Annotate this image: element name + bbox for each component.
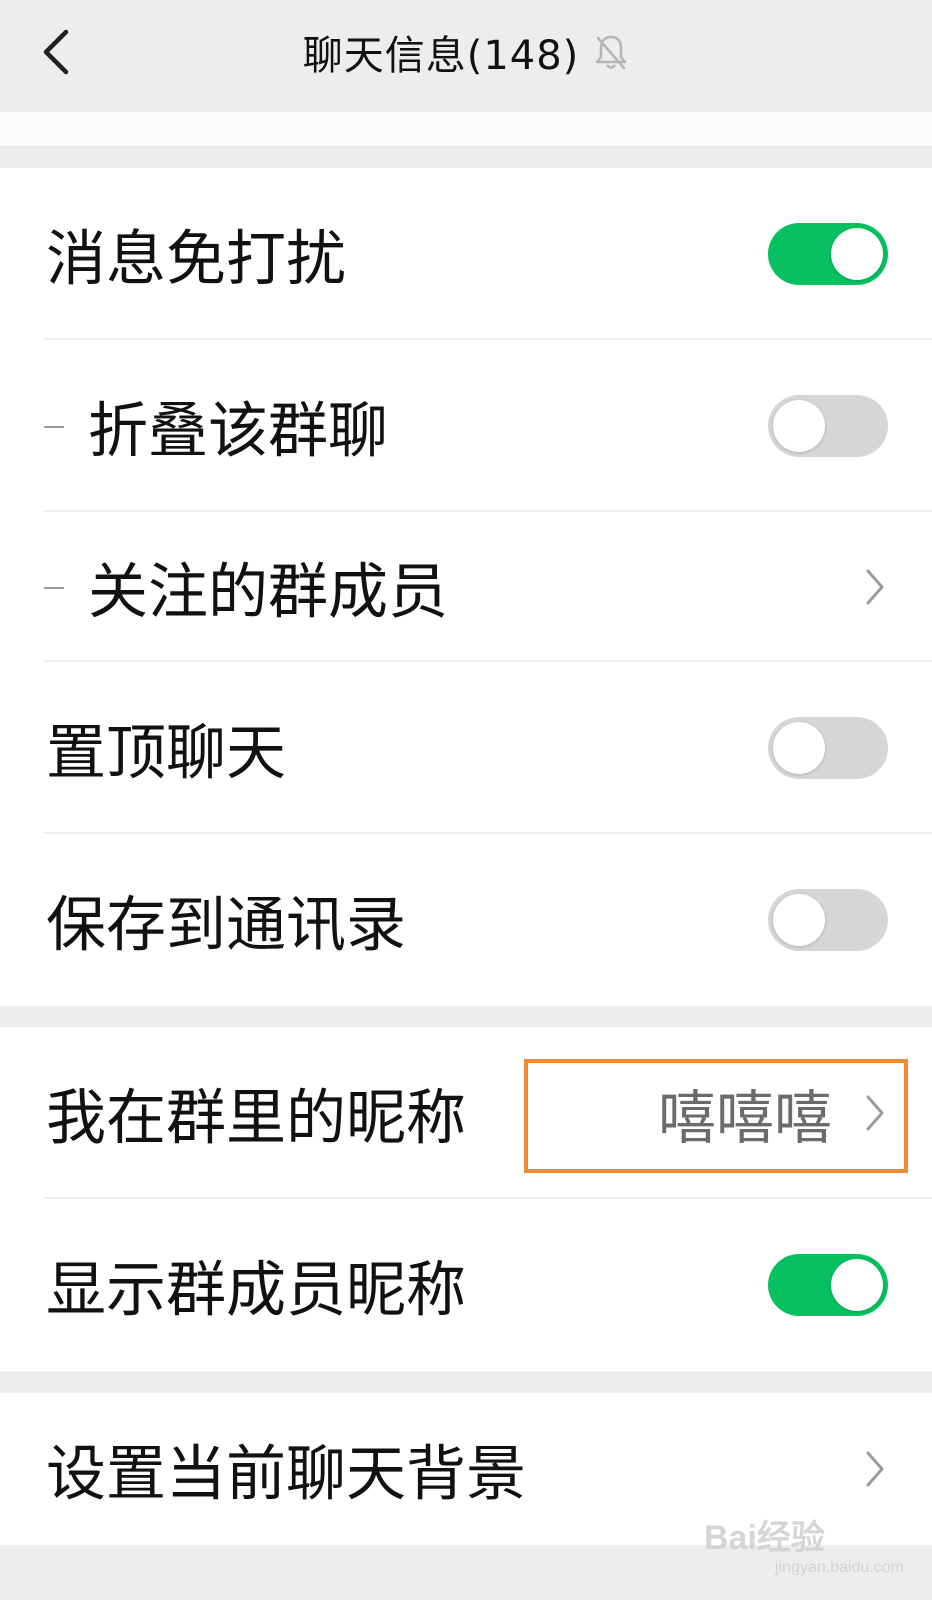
do-not-disturb-label: 消息免打扰 — [46, 224, 346, 295]
highlight-box — [524, 1059, 908, 1173]
toggle-knob — [831, 228, 883, 280]
indent-dash — [44, 426, 64, 428]
save-to-contacts-toggle[interactable] — [768, 889, 888, 951]
page-title: 聊天信息(148) — [302, 33, 580, 79]
settings-group-notifications: 消息免打扰 折叠该群聊 关注的群成员 置顶聊天 保存到通讯录 — [0, 168, 932, 1006]
watermark-brand: Bai经验 — [704, 1519, 825, 1557]
toggle-knob — [773, 400, 825, 452]
row-save-to-contacts[interactable]: 保存到通讯录 — [0, 834, 932, 1006]
show-nicknames-toggle[interactable] — [768, 1254, 888, 1316]
toggle-knob — [831, 1259, 883, 1311]
baidu-watermark: Bai经验 jingyan.baidu.com — [704, 1510, 904, 1590]
fold-group-label: 折叠该群聊 — [88, 396, 388, 467]
pin-chat-label: 置顶聊天 — [46, 718, 286, 789]
fold-group-toggle[interactable] — [768, 395, 888, 457]
toggle-knob — [773, 722, 825, 774]
pin-chat-toggle[interactable] — [768, 717, 888, 779]
chat-background-label: 设置当前聊天背景 — [46, 1439, 526, 1510]
chevron-right-icon — [866, 1451, 884, 1487]
row-followed-members[interactable]: 关注的群成员 — [0, 512, 932, 662]
bell-off-icon — [596, 35, 627, 70]
title-group: 聊天信息(148) — [0, 22, 932, 82]
row-show-nicknames[interactable]: 显示群成员昵称 — [0, 1199, 932, 1371]
nav-bar: 聊天信息(148) — [0, 0, 932, 112]
row-fold-group[interactable]: 折叠该群聊 — [0, 340, 932, 512]
indent-dash — [44, 587, 64, 589]
row-pin-chat[interactable]: 置顶聊天 — [0, 662, 932, 834]
watermark-url: jingyan.baidu.com — [775, 1559, 904, 1576]
followed-members-label: 关注的群成员 — [88, 557, 448, 628]
toggle-knob — [773, 894, 825, 946]
my-nickname-label: 我在群里的昵称 — [46, 1083, 466, 1154]
row-do-not-disturb[interactable]: 消息免打扰 — [0, 168, 932, 340]
top-strip — [0, 112, 932, 146]
save-to-contacts-label: 保存到通讯录 — [46, 890, 406, 961]
chevron-right-icon — [866, 569, 884, 605]
do-not-disturb-toggle[interactable] — [768, 223, 888, 285]
show-nicknames-label: 显示群成员昵称 — [46, 1255, 466, 1326]
